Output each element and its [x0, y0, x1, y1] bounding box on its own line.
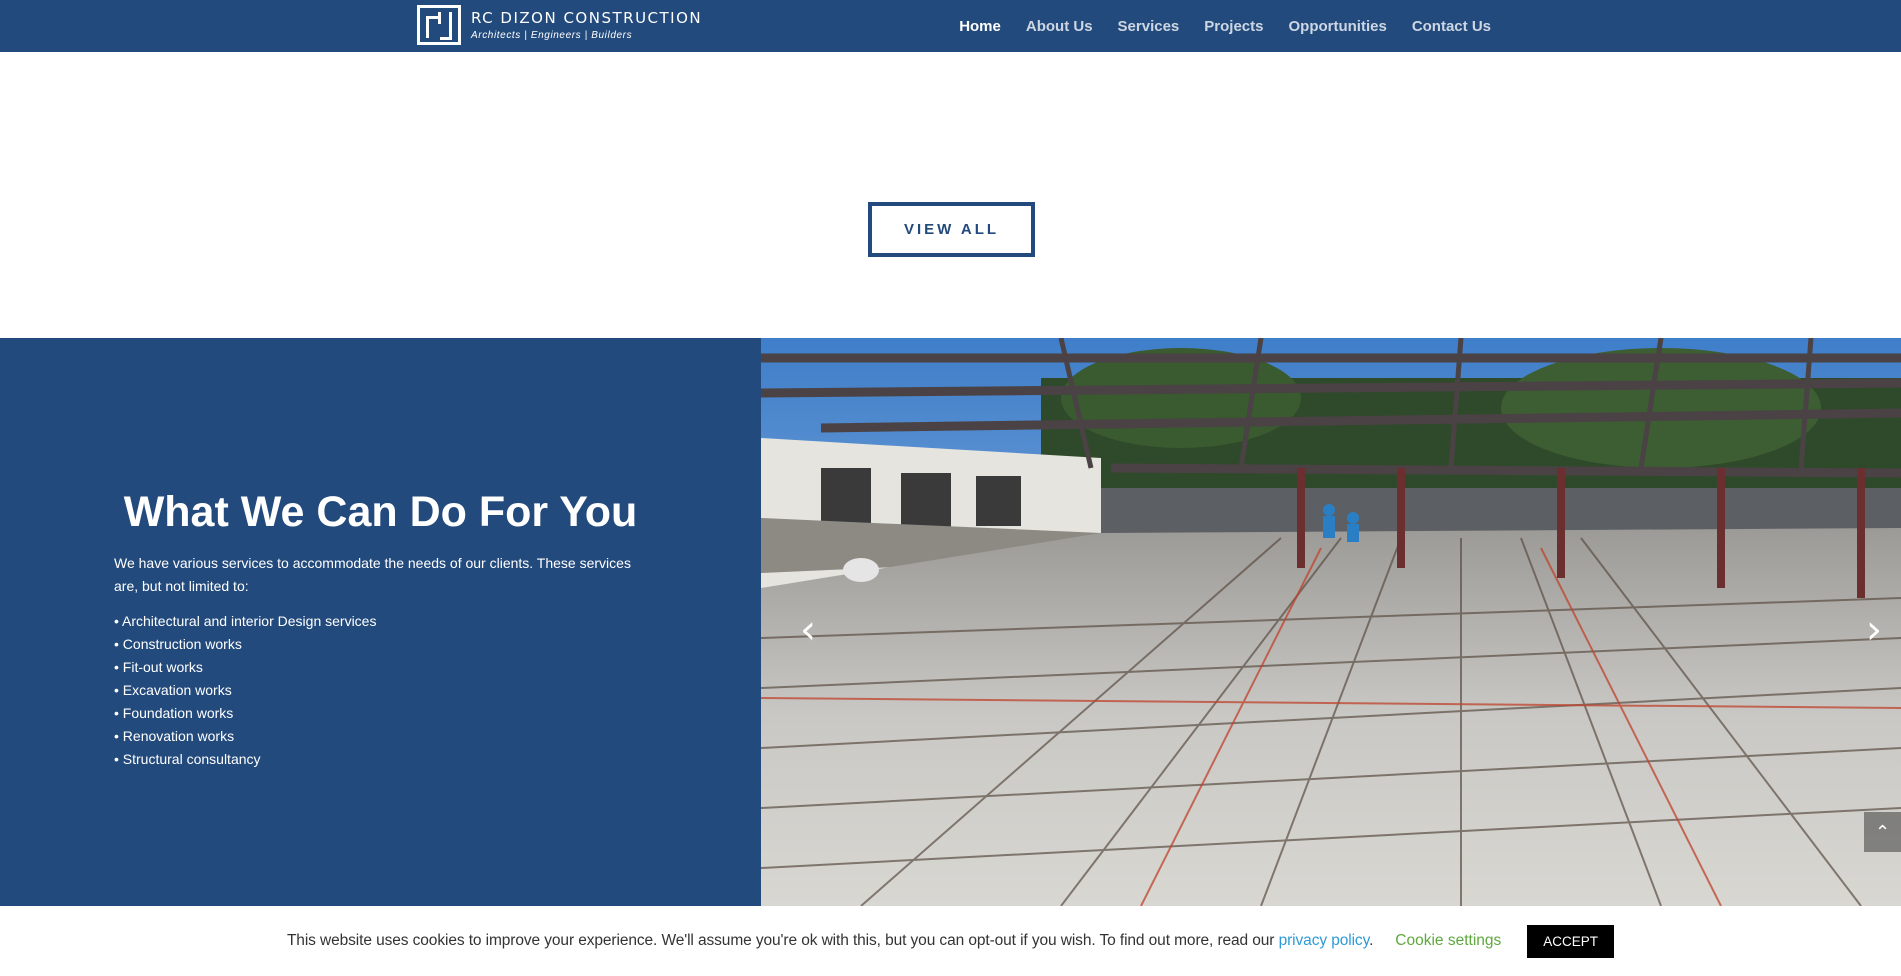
nav-opportunities[interactable]: Opportunities: [1288, 18, 1386, 35]
construction-site-photo: [761, 338, 1901, 906]
scroll-to-top-icon[interactable]: ⌃: [1864, 812, 1901, 852]
services-list: • Architectural and interior Design serv…: [114, 610, 376, 771]
accept-cookies-button[interactable]: ACCEPT: [1527, 924, 1615, 958]
privacy-policy-link[interactable]: privacy policy: [1279, 932, 1370, 949]
cookie-message-period: .: [1369, 932, 1374, 949]
list-item: • Fit-out works: [114, 659, 203, 675]
slider-next-arrow-icon[interactable]: ›: [1859, 610, 1889, 650]
nav-about-us[interactable]: About Us: [1026, 18, 1093, 35]
list-item: • Structural consultancy: [114, 751, 261, 767]
project-image-slider[interactable]: ‹ ›: [761, 338, 1901, 906]
cookie-message: This website uses cookies to improve you…: [287, 932, 1373, 950]
nav-services[interactable]: Services: [1118, 18, 1180, 35]
brand-tagline: Architects | Engineers | Builders: [471, 29, 633, 41]
list-item: • Renovation works: [114, 728, 235, 744]
cookie-message-text: This website uses cookies to improve you…: [286, 932, 1279, 949]
list-item: • Excavation works: [114, 682, 232, 698]
view-all-button[interactable]: VIEW ALL: [868, 202, 1035, 257]
site-logo[interactable]: RC DIZON CONSTRUCTION Architects | Engin…: [417, 5, 702, 45]
list-item: • Construction works: [114, 636, 242, 652]
nav-home[interactable]: Home: [959, 18, 1001, 35]
logo-mark-icon: [417, 5, 461, 45]
logo-text: RC DIZON CONSTRUCTION Architects | Engin…: [471, 9, 702, 42]
site-header: RC DIZON CONSTRUCTION Architects | Engin…: [0, 0, 1901, 52]
cookie-settings-link[interactable]: Cookie settings: [1395, 932, 1501, 950]
services-panel: What We Can Do For You We have various s…: [0, 338, 761, 906]
nav-contact-us[interactable]: Contact Us: [1412, 18, 1491, 35]
list-item: • Foundation works: [114, 705, 234, 721]
nav-projects[interactable]: Projects: [1204, 18, 1263, 35]
cookie-consent-bar: This website uses cookies to improve you…: [0, 906, 1901, 976]
list-item: • Architectural and interior Design serv…: [114, 613, 377, 629]
slider-prev-arrow-icon[interactable]: ‹: [793, 610, 823, 650]
services-title: What We Can Do For You: [123, 488, 638, 536]
services-intro: We have various services to accommodate …: [114, 555, 631, 594]
brand-name: RC DIZON CONSTRUCTION: [471, 8, 703, 27]
main-nav: Home About Us Services Projects Opportun…: [934, 0, 1491, 52]
